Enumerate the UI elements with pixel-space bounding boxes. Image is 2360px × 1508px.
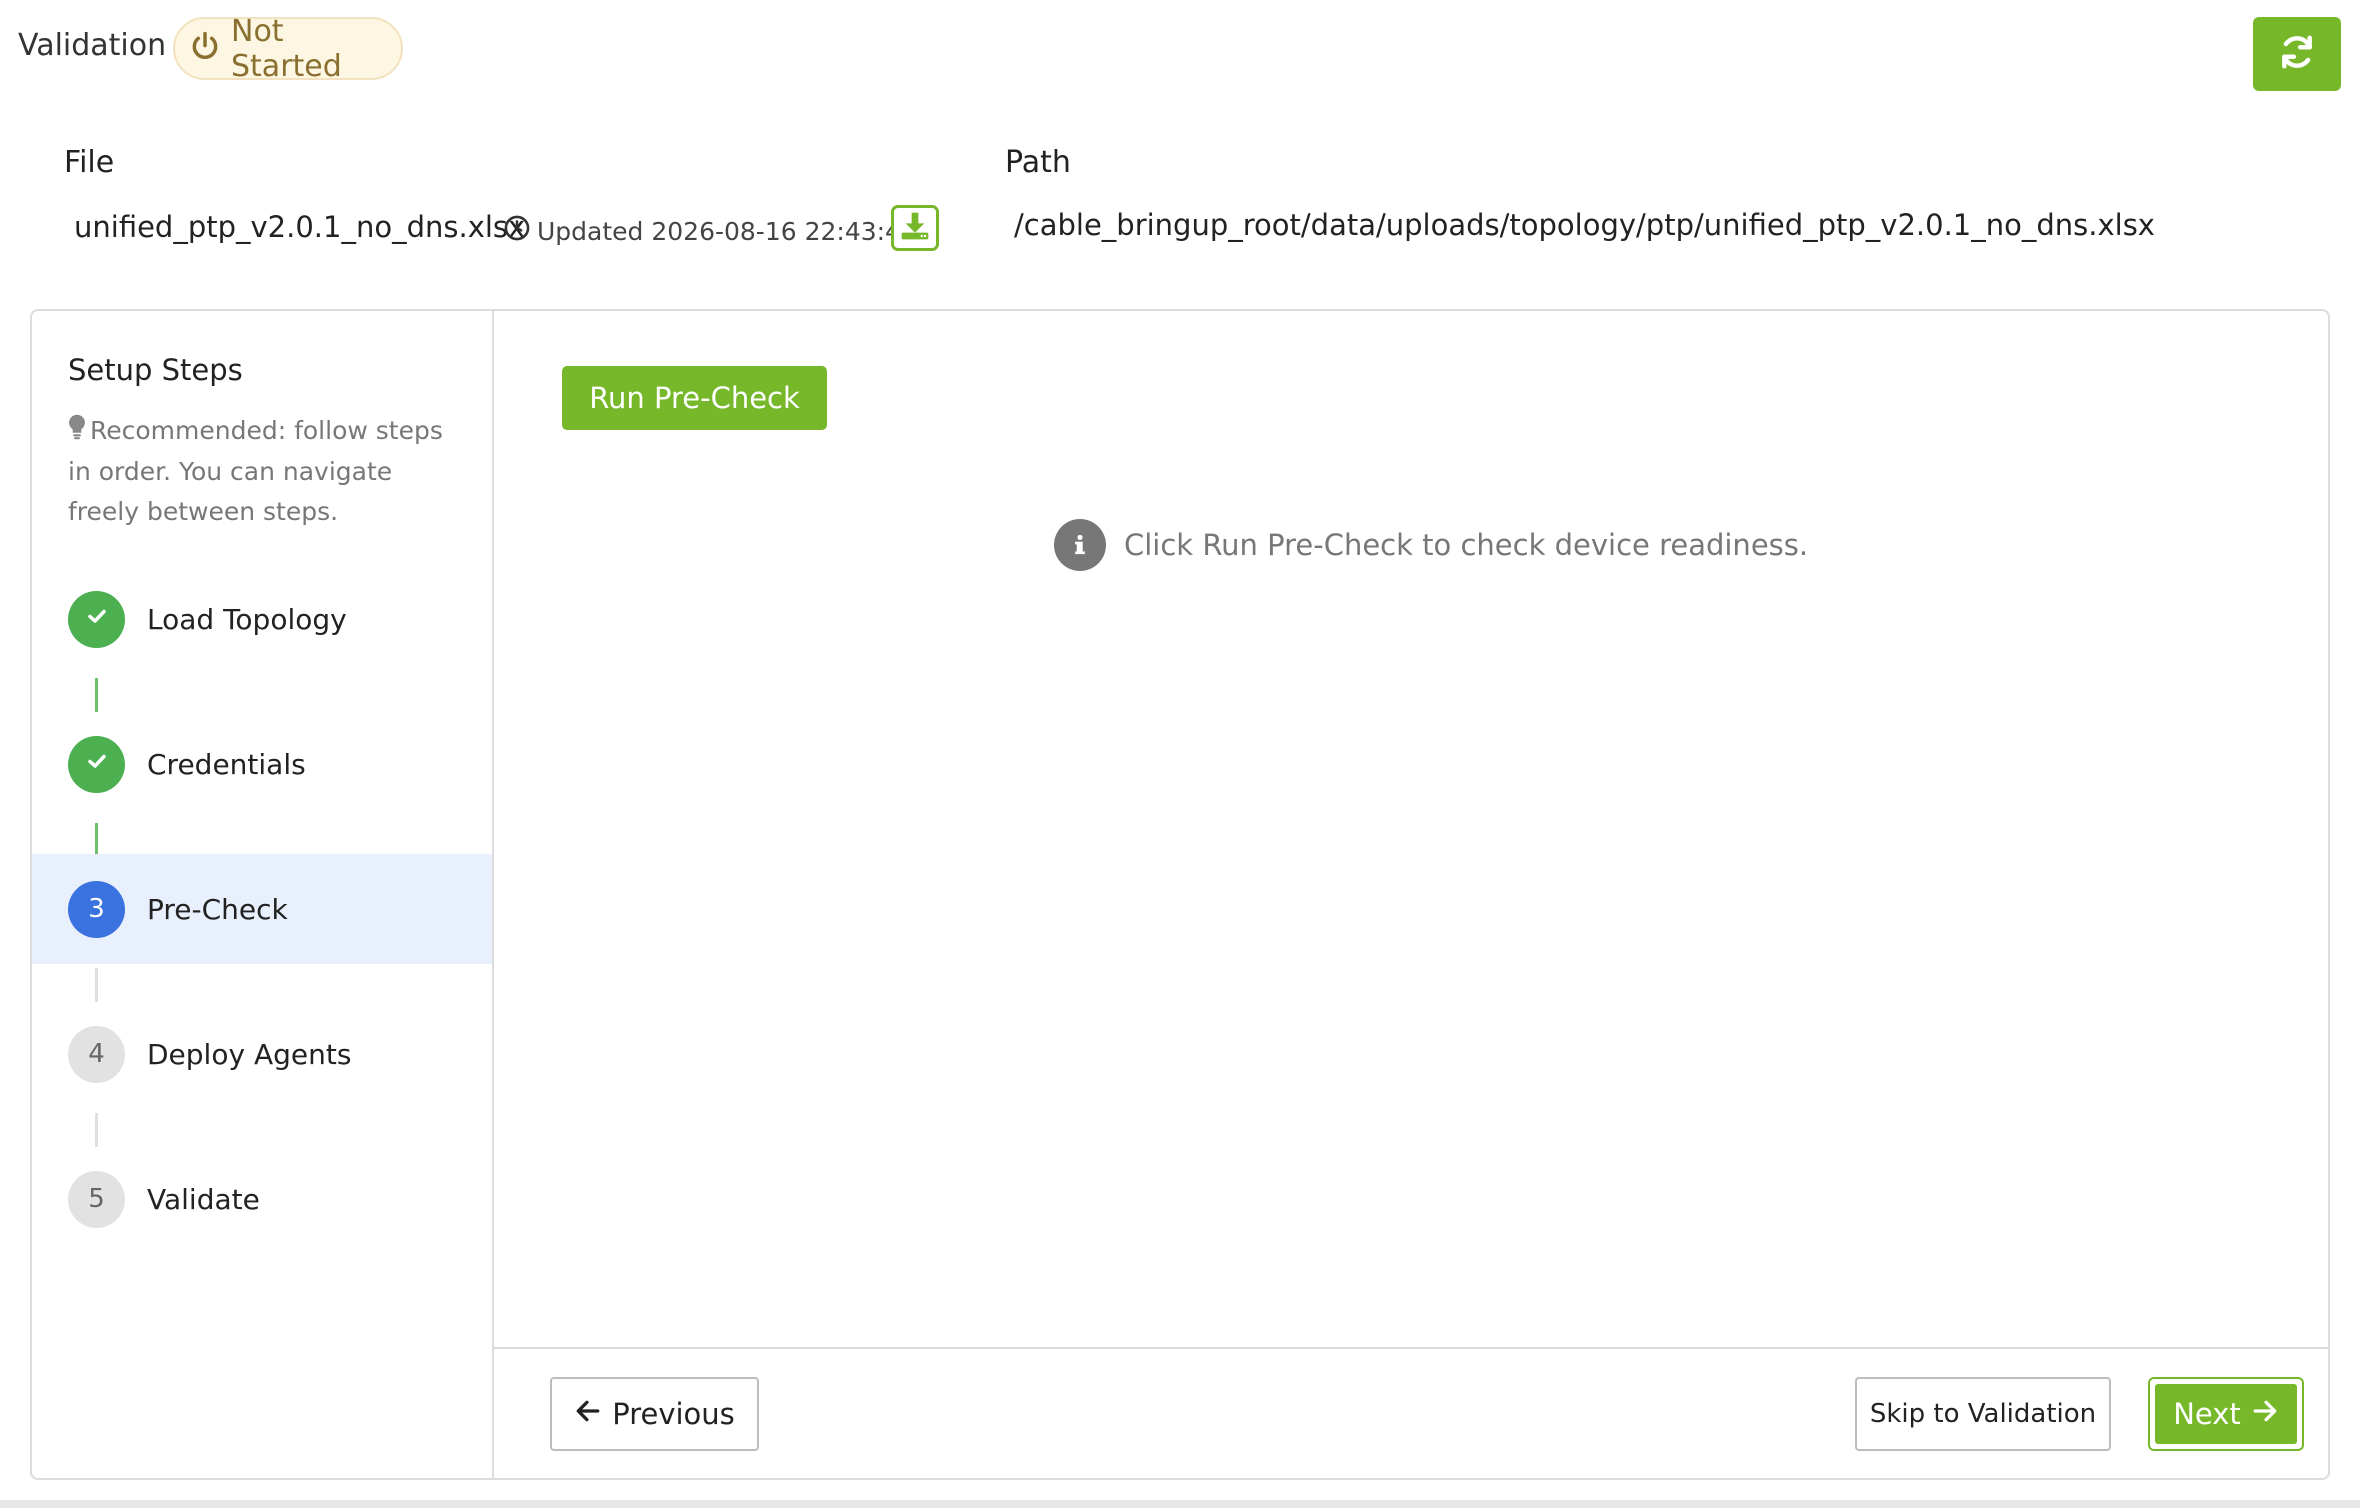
path-label: Path: [1005, 145, 1071, 180]
next-label: Next: [2173, 1397, 2241, 1431]
check-icon: [85, 749, 109, 780]
setup-hint-text: Recommended: follow steps in order. You …: [68, 416, 443, 526]
arrow-left-icon: [574, 1397, 602, 1431]
setup-steps-title: Setup Steps: [68, 353, 243, 387]
step-number-badge: 5: [68, 1170, 125, 1228]
arrow-right-icon: [2251, 1397, 2279, 1431]
step-load-topology[interactable]: Load Topology: [32, 564, 492, 674]
path-value: /cable_bringup_root/data/uploads/topolog…: [1014, 208, 2155, 242]
download-button[interactable]: [891, 205, 939, 251]
info-message-text: Click Run Pre-Check to check device read…: [1124, 528, 1809, 562]
step-label: Credentials: [147, 747, 306, 781]
step-number-badge: 3: [68, 880, 125, 938]
next-button[interactable]: Next: [2155, 1384, 2297, 1444]
refresh-icon: [2278, 33, 2316, 75]
info-icon: [1054, 519, 1106, 571]
step-label: Validate: [147, 1182, 260, 1216]
previous-button[interactable]: Previous: [550, 1377, 759, 1451]
file-label: File: [64, 145, 115, 180]
check-icon: [85, 604, 109, 635]
updated-timestamp: Updated 2026-08-16 22:43:41: [503, 214, 917, 248]
wizard-footer: Previous Skip to Validation Next: [494, 1347, 2328, 1478]
run-pre-check-button[interactable]: Run Pre-Check: [562, 366, 827, 430]
step-content: Run Pre-Check Click Run Pre-Check to che…: [494, 311, 2328, 1351]
info-message: Click Run Pre-Check to check device read…: [1054, 519, 1808, 571]
previous-label: Previous: [612, 1397, 735, 1431]
refresh-button[interactable]: [2253, 17, 2341, 91]
step-credentials[interactable]: Credentials: [32, 709, 492, 819]
download-icon: [899, 210, 931, 246]
setup-card: Setup Steps Recommended: follow steps in…: [30, 309, 2330, 1480]
step-complete-badge: [68, 735, 125, 793]
file-name: unified_ptp_v2.0.1_no_dns.xlsx: [74, 210, 526, 244]
step-label: Deploy Agents: [147, 1037, 352, 1071]
bottom-divider: [0, 1500, 2360, 1508]
step-validate[interactable]: 5 Validate: [32, 1144, 492, 1254]
clock-icon: [503, 214, 531, 248]
setup-sidebar: Setup Steps Recommended: follow steps in…: [32, 311, 494, 1478]
step-label: Pre-Check: [147, 892, 288, 926]
page-title: Validation: [18, 28, 167, 63]
step-connector: [95, 678, 98, 712]
updated-text: Updated 2026-08-16 22:43:41: [537, 216, 917, 246]
step-connector: [95, 1113, 98, 1147]
next-button-focus-ring: Next: [2148, 1377, 2304, 1451]
lightbulb-icon: [68, 412, 86, 452]
status-badge: Not Started: [173, 14, 403, 84]
step-pre-check[interactable]: 3 Pre-Check: [32, 854, 492, 964]
step-deploy-agents[interactable]: 4 Deploy Agents: [32, 999, 492, 1109]
step-connector: [95, 968, 98, 1002]
power-icon: [189, 31, 221, 67]
step-number-badge: 4: [68, 1025, 125, 1083]
step-complete-badge: [68, 590, 125, 648]
status-text: Not Started: [231, 13, 342, 84]
step-label: Load Topology: [147, 602, 347, 636]
skip-to-validation-button[interactable]: Skip to Validation: [1855, 1377, 2111, 1451]
setup-hint: Recommended: follow steps in order. You …: [68, 411, 468, 532]
step-connector: [95, 823, 98, 857]
